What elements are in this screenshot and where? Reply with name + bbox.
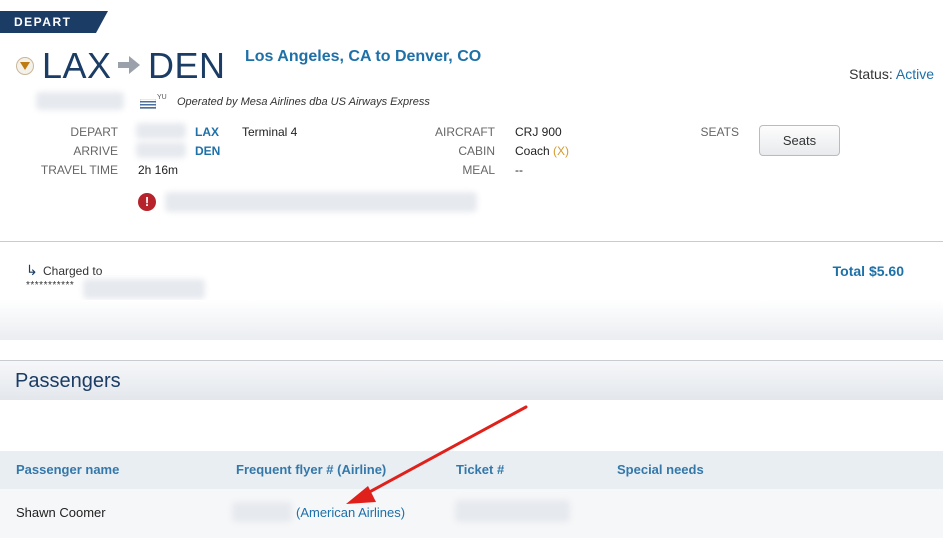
route-description-link[interactable]: Los Angeles, CA to Denver, CO [245,48,481,66]
cabin-label: CABIN [458,144,495,158]
cabin-class: Coach [515,144,550,158]
flight-status: Status: Active [849,66,934,82]
section-divider [0,241,943,242]
destination-code: DEN [148,45,226,86]
seats-button[interactable]: Seats [759,125,840,156]
terminal-text: Terminal 4 [242,125,298,139]
depart-airport-code: LAX [195,125,219,139]
cabin-value: Coach (X) [515,144,569,158]
redacted-frequent-flyer-number [232,502,292,522]
redacted-alert-message [165,192,477,212]
depart-tab: DEPART [0,11,108,33]
route-arrow-icon [118,56,140,79]
passenger-name: Shawn Coomer [16,505,106,520]
aircraft-label: AIRCRAFT [435,125,495,139]
charged-to-label: Charged to [43,264,103,278]
aircraft-value: CRJ 900 [515,125,562,139]
column-passenger-name: Passenger name [16,462,120,477]
meal-value: -- [515,163,523,177]
annotation-arrow-icon [346,405,528,504]
redacted-card-digits [83,279,205,299]
card-number-mask: *********** [26,280,75,291]
depart-tab-label: DEPART [14,15,72,29]
depart-label: DEPART [70,125,118,139]
passengers-title: Passengers [15,370,121,392]
arrive-label: ARRIVE [73,144,118,158]
cabin-change-link[interactable]: (X) [553,144,569,158]
operated-by-text: Operated by Mesa Airlines dba US Airways… [177,96,430,108]
charged-to-icon: ↳ [26,262,38,278]
expand-toggle-icon[interactable] [16,57,34,75]
column-special-needs: Special needs [617,462,704,477]
flag-tag: YU [157,94,167,101]
origin-code: LAX [42,45,112,86]
status-label: Status: [849,66,893,82]
alert-icon: ! [138,193,156,211]
redacted-flight-number [36,92,124,110]
meal-label: MEAL [462,163,495,177]
airline-flag-icon [139,96,157,110]
arrive-airport-code: DEN [195,144,221,158]
travel-time-label: TRAVEL TIME [40,163,118,177]
seats-label: SEATS [700,125,739,139]
redacted-arrive-time [136,142,186,158]
total-price: Total $5.60 [832,263,904,279]
travel-time-value: 2h 16m [138,163,179,177]
status-value: Active [895,66,934,82]
redacted-depart-time [136,123,186,139]
passengers-header [0,361,943,400]
payment-section-footer [0,300,943,340]
